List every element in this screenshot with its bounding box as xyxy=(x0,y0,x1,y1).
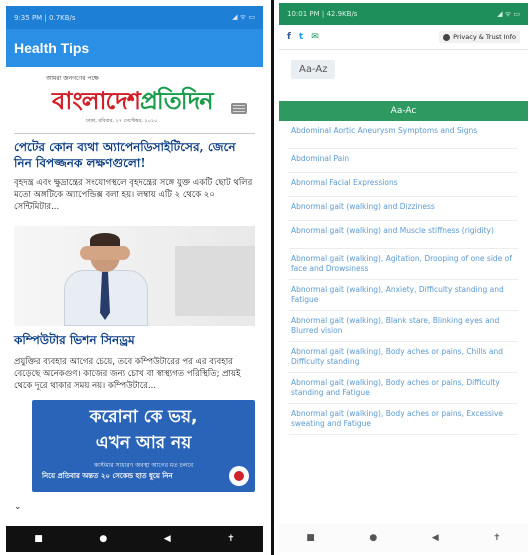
accessibility-icon[interactable]: ✝ xyxy=(227,534,235,544)
recents-icon[interactable]: ■ xyxy=(34,534,43,544)
ad-banner[interactable]: করোনা কে ভয়, এখন আর নয় কাস্টমার সাধারণ… xyxy=(32,400,255,492)
symptom-link[interactable]: Abnormal gait (walking), Body aches or p… xyxy=(289,342,518,373)
system-nav-bar: ■ ● ◀ ✝ xyxy=(6,526,263,552)
back-icon[interactable]: ◀ xyxy=(432,533,439,543)
divider xyxy=(279,49,528,50)
section-header: Aa-Ac xyxy=(279,101,528,121)
computer-monitor xyxy=(175,246,255,316)
symptom-link[interactable]: Abnormal gait (walking), Anxiety, Diffic… xyxy=(289,280,518,311)
article-computer-vision[interactable]: কম্পিউটার ভিশন সিনড্রম প্রযুক্তির ব্যবহা… xyxy=(6,326,263,392)
chevron-down-icon[interactable]: ⌄ xyxy=(14,502,26,514)
symptom-link[interactable]: Abnormal gait (walking), Body aches or p… xyxy=(289,373,518,404)
share-toolbar: f t ✉ Privacy & Trust Info xyxy=(279,25,528,49)
system-nav-bar: ■ ● ◀ ✝ xyxy=(279,524,528,552)
home-icon[interactable]: ● xyxy=(369,533,377,543)
menu-icon[interactable] xyxy=(231,103,247,114)
right-phone-screen: 10:01 PM | 42.9KB/s ◢ ᯤ ▭ f t ✉ Privacy … xyxy=(279,3,528,552)
email-icon[interactable]: ✉ xyxy=(311,32,319,42)
ad-line-4: নিয়ে প্রতিবার অন্তত ২০ সেকেন্ড হাত ধুয়… xyxy=(42,472,173,480)
article-headline[interactable]: পেটের কোন ব্যথা অ্যাপেনডিসাইটিসের, জেনে … xyxy=(6,134,263,171)
symptom-link[interactable]: Abnormal gait (walking), Blank stare, Bl… xyxy=(289,311,518,342)
status-time: 10:01 PM | 42.9KB/s xyxy=(287,10,358,18)
newspaper-masthead: আমরা জনগণের পক্ষে বাংলাদেশপ্রতিদিন ঢাকা,… xyxy=(6,67,263,133)
privacy-label: Privacy & Trust Info xyxy=(453,33,516,41)
article-summary: বৃহদন্ত্র এবং ক্ষুদ্রান্ত্রের সংযোগস্থলে… xyxy=(14,178,253,212)
logo-part-2: প্রতিদিন xyxy=(139,86,214,115)
status-icons: ◢ ᯤ ▭ xyxy=(497,9,520,18)
symptom-link[interactable]: Abnormal gait (walking) and Muscle stiff… xyxy=(289,221,518,249)
screenshot-divider xyxy=(271,0,274,555)
facebook-icon[interactable]: f xyxy=(287,32,291,42)
article-appendicitis[interactable]: পেটের কোন ব্যথা অ্যাপেনডিসাইটিসের, জেনে … xyxy=(6,134,263,218)
left-phone-screen: 9:35 PM | 0.7KB/s ◢ ᯤ ▭ Health Tips আমরা… xyxy=(6,6,263,552)
symptom-link[interactable]: Abnormal gait (walking), Body aches or p… xyxy=(289,404,518,435)
status-bar: 10:01 PM | 42.9KB/s ◢ ᯤ ▭ xyxy=(279,3,528,25)
article-photo[interactable] xyxy=(14,226,255,326)
status-icons: ◢ ᯤ ▭ xyxy=(232,13,255,21)
man-hair xyxy=(90,233,120,247)
logo-part-1: বাংলাদেশ xyxy=(52,86,141,115)
privacy-trust-button[interactable]: Privacy & Trust Info xyxy=(439,31,520,43)
newspaper-logo[interactable]: বাংলাদেশপ্রতিদিন xyxy=(52,83,214,123)
ad-line-2: এখন আর নয় xyxy=(95,433,192,453)
back-icon[interactable]: ◀ xyxy=(164,534,171,544)
screenshot-stage: 9:35 PM | 0.7KB/s ◢ ᯤ ▭ Health Tips আমরা… xyxy=(0,0,529,555)
accessibility-icon[interactable]: ✝ xyxy=(493,533,501,543)
ad-logo-icon xyxy=(229,466,249,486)
recents-icon[interactable]: ■ xyxy=(306,533,315,543)
masthead-date: ঢাকা, রবিবার, ২৭ সেপ্টেম্বর, ২০২০ xyxy=(86,118,158,124)
article-headline[interactable]: কম্পিউটার ভিশন সিনড্রম xyxy=(6,326,263,352)
symptom-link[interactable]: Abnormal Facial Expressions xyxy=(289,173,518,197)
status-bar: 9:35 PM | 0.7KB/s ◢ ᯤ ▭ xyxy=(6,6,263,29)
symptom-link[interactable]: Abdominal Aortic Aneurysm Symptoms and S… xyxy=(289,121,518,149)
ad-line-1: করোনা কে ভয়, xyxy=(89,407,198,427)
symptom-links-list: Abdominal Aortic Aneurysm Symptoms and S… xyxy=(279,121,528,435)
symptom-link[interactable]: Abnormal gait (walking) and Dizziness xyxy=(289,197,518,221)
twitter-icon[interactable]: t xyxy=(299,32,303,42)
article-summary: প্রযুক্তির ব্যবহার আগের চেয়ে, তবে কম্পি… xyxy=(14,357,241,391)
app-bar: Health Tips xyxy=(6,29,263,67)
man-hands-rubbing-eyes xyxy=(80,246,130,260)
home-icon[interactable]: ● xyxy=(99,534,107,544)
symptom-link[interactable]: Abdominal Pain xyxy=(289,149,518,173)
az-filter-button[interactable]: Aa-Az xyxy=(291,60,336,79)
symptom-link[interactable]: Abnormal gait (walking), Agitation, Droo… xyxy=(289,249,518,280)
status-time: 9:35 PM | 0.7KB/s xyxy=(14,13,76,22)
privacy-icon xyxy=(443,33,451,41)
app-title: Health Tips xyxy=(14,40,90,56)
